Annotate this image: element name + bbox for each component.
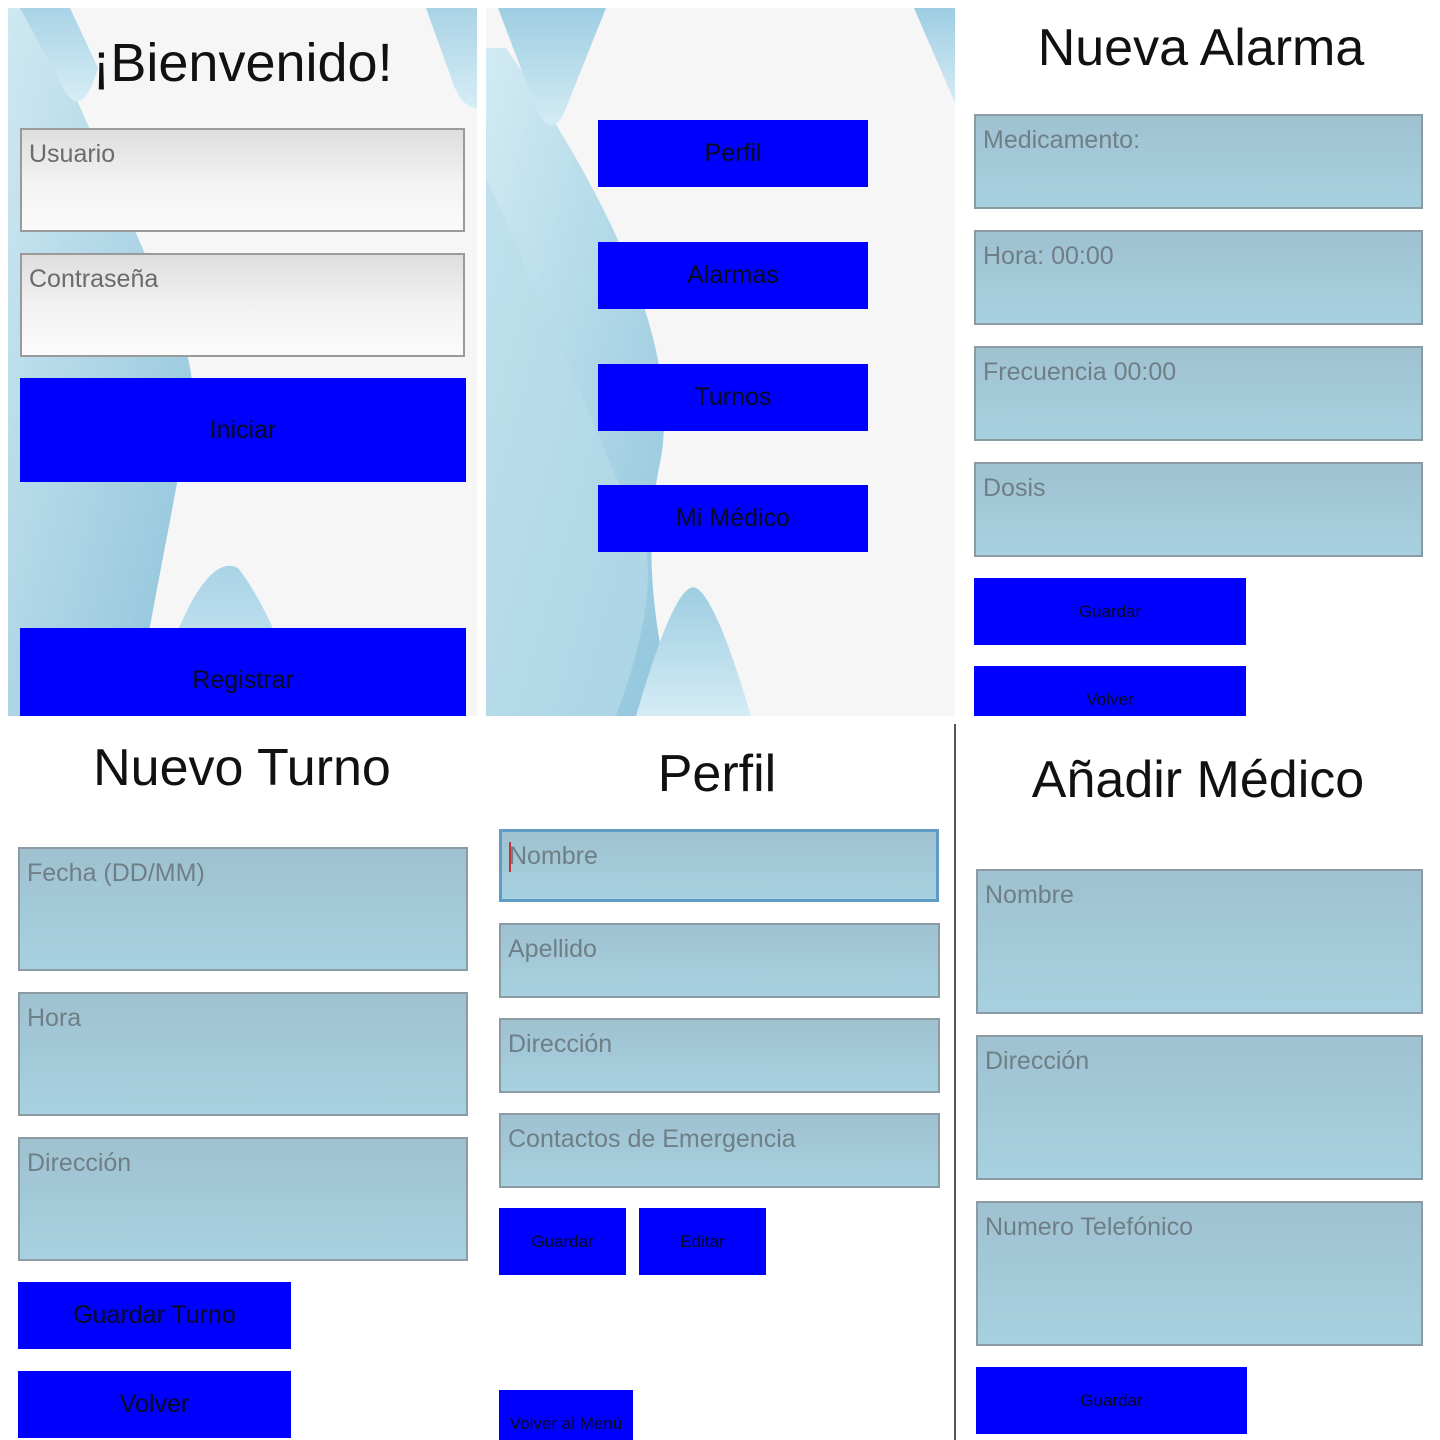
name-field[interactable]: Nombre — [499, 829, 939, 902]
time-field[interactable]: Hora — [18, 992, 468, 1116]
address-field[interactable]: Dirección — [18, 1137, 468, 1261]
doctor-name-field[interactable]: Nombre — [976, 869, 1423, 1014]
main-menu-screen: Perfil Alarmas Turnos Mi Médico — [486, 8, 955, 716]
login-screen: ¡Bienvenido! Usuario Contraseña Iniciar … — [8, 8, 477, 716]
background-decoration — [486, 8, 955, 716]
address-field[interactable]: Dirección — [499, 1018, 940, 1093]
page-title: Nuevo Turno — [93, 739, 391, 797]
surname-field[interactable]: Apellido — [499, 923, 940, 998]
back-to-menu-button[interactable]: Volver al Menú — [499, 1390, 633, 1440]
frequency-field[interactable]: Frecuencia 00:00 — [974, 346, 1423, 441]
doctor-address-field[interactable]: Dirección — [976, 1035, 1423, 1180]
save-button[interactable]: Guardar — [976, 1367, 1247, 1434]
save-button[interactable]: Guardar — [974, 578, 1246, 645]
new-appointment-screen: Nuevo Turno Fecha (DD/MM) Hora Dirección… — [0, 724, 480, 1440]
medication-field[interactable]: Medicamento: — [974, 114, 1423, 209]
start-button[interactable]: Iniciar — [20, 378, 466, 482]
background-decoration — [8, 8, 477, 716]
page-title: ¡Bienvenido! — [92, 33, 393, 93]
menu-item-perfil[interactable]: Perfil — [598, 120, 868, 187]
register-button[interactable]: Registrar — [20, 628, 466, 716]
save-appointment-button[interactable]: Guardar Turno — [18, 1282, 291, 1349]
menu-item-mi-medico[interactable]: Mi Médico — [598, 485, 868, 552]
username-field[interactable]: Usuario — [20, 128, 465, 232]
date-field[interactable]: Fecha (DD/MM) — [18, 847, 468, 971]
add-doctor-screen: Añadir Médico Nombre Dirección Numero Te… — [954, 724, 1440, 1440]
password-field[interactable]: Contraseña — [20, 253, 465, 357]
edit-button[interactable]: Editar — [639, 1208, 766, 1275]
back-button[interactable]: Volver — [18, 1371, 291, 1438]
doctor-phone-field[interactable]: Numero Telefónico — [976, 1201, 1423, 1346]
menu-item-alarmas[interactable]: Alarmas — [598, 242, 868, 309]
new-alarm-screen: Nueva Alarma Medicamento: Hora: 00:00 Fr… — [962, 0, 1440, 716]
profile-screen: Perfil Nombre Apellido Dirección Contact… — [480, 724, 954, 1440]
name-field-placeholder: Nombre — [509, 842, 598, 870]
page-title: Añadir Médico — [1031, 751, 1365, 809]
dose-field[interactable]: Dosis — [974, 462, 1423, 557]
back-button[interactable]: Volver — [974, 666, 1246, 716]
emergency-contacts-field[interactable]: Contactos de Emergencia — [499, 1113, 940, 1188]
page-title: Nueva Alarma — [1037, 19, 1365, 77]
page-title: Perfil — [657, 745, 777, 803]
save-button[interactable]: Guardar — [499, 1208, 626, 1275]
time-field[interactable]: Hora: 00:00 — [974, 230, 1423, 325]
menu-item-turnos[interactable]: Turnos — [598, 364, 868, 431]
